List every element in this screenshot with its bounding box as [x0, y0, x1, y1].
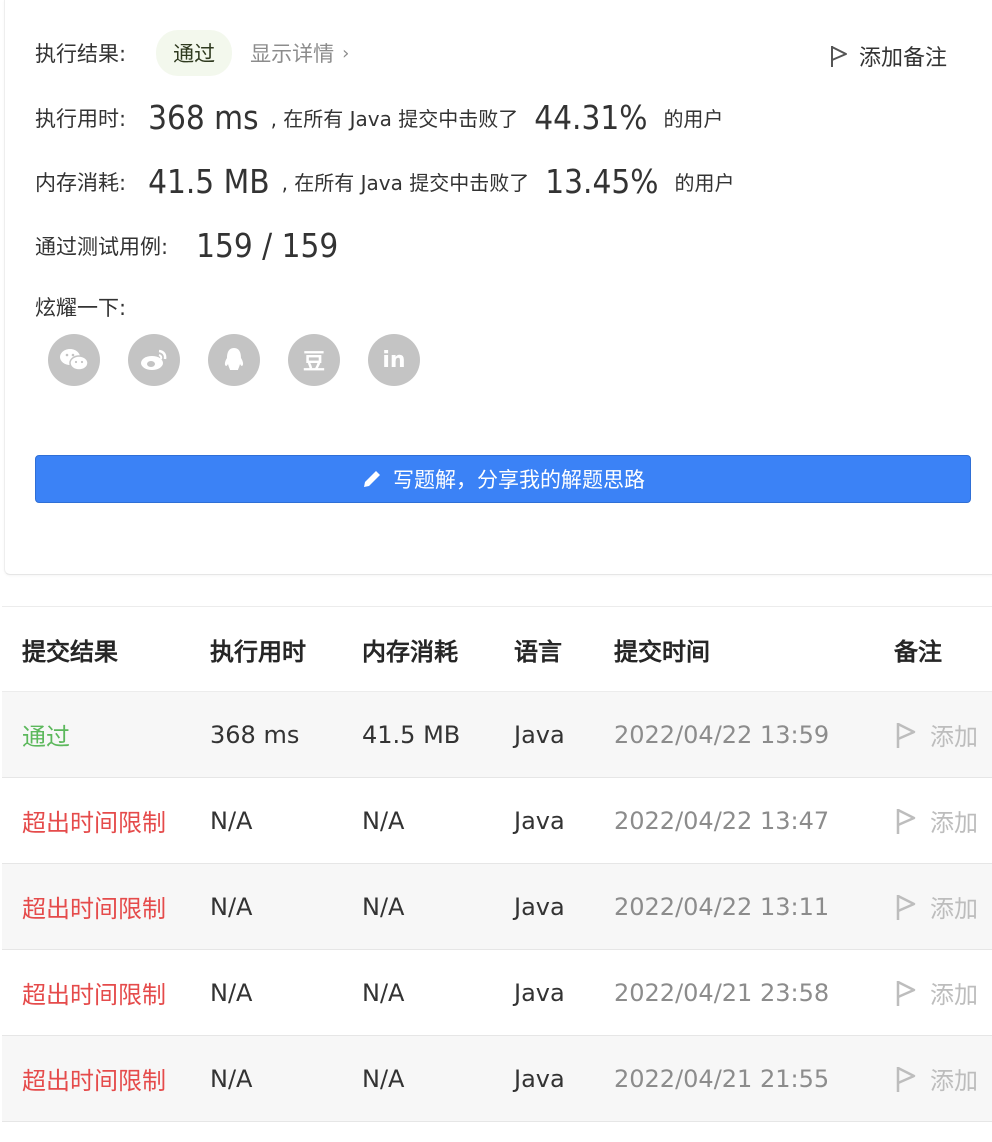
row-memory: N/A — [362, 978, 405, 1007]
row-runtime: 368 ms — [210, 720, 300, 749]
row-runtime: N/A — [210, 1064, 253, 1093]
pencil-icon — [364, 471, 380, 487]
result-row: 执行结果: 通过 显示详情 › — [35, 30, 349, 76]
row-add-note[interactable]: 添加 — [894, 889, 992, 924]
row-add-note-label: 添加 — [930, 895, 978, 923]
show-detail-link[interactable]: 显示详情 › — [250, 38, 349, 68]
row-add-note-label: 添加 — [930, 981, 978, 1009]
flag-icon — [896, 722, 916, 748]
row-submit-time: 2022/04/22 13:47 — [614, 806, 830, 835]
flag-icon — [896, 1066, 916, 1092]
row-add-note-label: 添加 — [930, 1067, 978, 1095]
tests-row: 通过测试用例: 159 / 159 — [35, 226, 338, 265]
qq-glyph — [224, 348, 244, 370]
add-note-label: 添加备注 — [858, 46, 947, 71]
row-runtime: N/A — [210, 978, 253, 1007]
flag-icon — [896, 980, 916, 1006]
table-row[interactable]: 超出时间限制 N/A N/A Java 2022/04/21 23:58 添加 — [2, 950, 992, 1036]
linkedin-glyph: in — [382, 347, 406, 373]
memory-value: 41.5 MB — [148, 162, 270, 201]
memory-beat-text: , 在所有 Java 提交中击败了 — [281, 171, 530, 195]
row-memory: 41.5 MB — [362, 720, 461, 749]
row-add-note[interactable]: 添加 — [894, 803, 992, 838]
runtime-label: 执行用时: — [35, 106, 127, 131]
write-solution-button[interactable]: 写题解，分享我的解题思路 — [35, 455, 971, 503]
share-row: 炫耀一下: — [35, 292, 126, 322]
chevron-right-icon: › — [342, 42, 350, 64]
result-label: 执行结果: — [35, 42, 127, 66]
header-memory: 内存消耗 — [362, 637, 458, 666]
submission-table: 提交结果 执行用时 内存消耗 语言 提交时间 备注 通过 368 ms 41.5… — [2, 606, 992, 1122]
table-row[interactable]: 超出时间限制 N/A N/A Java 2022/04/22 13:47 添加 — [2, 778, 992, 864]
row-add-note-label: 添加 — [930, 723, 978, 751]
add-note-button[interactable]: 添加备注 — [829, 40, 947, 72]
row-language: Java — [514, 978, 565, 1007]
memory-label: 内存消耗: — [35, 170, 127, 195]
douban-icon[interactable]: 豆 — [288, 334, 340, 386]
row-result[interactable]: 超出时间限制 — [2, 1061, 210, 1096]
table-row[interactable]: 通过 368 ms 41.5 MB Java 2022/04/22 13:59 … — [2, 692, 992, 778]
result-card: 执行结果: 通过 显示详情 › 添加备注 执行用时: 368 ms , 在所有 … — [4, 0, 992, 575]
row-submit-time: 2022/04/21 23:58 — [614, 978, 830, 1007]
row-language: Java — [514, 806, 565, 835]
row-result[interactable]: 超出时间限制 — [2, 889, 210, 924]
runtime-row: 执行用时: 368 ms , 在所有 Java 提交中击败了 44.31% 的用… — [35, 98, 723, 137]
runtime-suffix: 的用户 — [663, 107, 724, 131]
memory-row: 内存消耗: 41.5 MB , 在所有 Java 提交中击败了 13.45% 的… — [35, 162, 734, 201]
write-solution-label: 写题解，分享我的解题思路 — [393, 468, 645, 492]
row-result[interactable]: 通过 — [2, 717, 210, 752]
share-icons: 豆 in — [48, 334, 448, 386]
memory-suffix: 的用户 — [674, 171, 735, 195]
row-memory: N/A — [362, 806, 405, 835]
tests-value: 159 / 159 — [196, 226, 339, 265]
row-submit-time: 2022/04/22 13:59 — [614, 720, 830, 749]
weibo-icon[interactable] — [128, 334, 180, 386]
weibo-glyph — [141, 349, 167, 370]
row-result[interactable]: 超出时间限制 — [2, 975, 210, 1010]
table-row[interactable]: 超出时间限制 N/A N/A Java 2022/04/21 21:55 添加 — [2, 1036, 992, 1122]
header-runtime: 执行用时 — [210, 637, 306, 666]
douban-glyph: 豆 — [302, 350, 325, 375]
row-add-note-label: 添加 — [930, 809, 978, 837]
row-add-note[interactable]: 添加 — [894, 1061, 992, 1096]
show-detail-label: 显示详情 — [250, 42, 335, 66]
tests-label: 通过测试用例: — [35, 234, 169, 259]
linkedin-icon[interactable]: in — [368, 334, 420, 386]
row-language: Java — [514, 892, 565, 921]
runtime-beat-text: , 在所有 Java 提交中击败了 — [270, 107, 519, 131]
row-submit-time: 2022/04/21 21:55 — [614, 1064, 830, 1093]
header-submit-time: 提交时间 — [614, 637, 710, 666]
header-language: 语言 — [514, 637, 562, 666]
header-note: 备注 — [894, 637, 942, 666]
wechat-glyph — [60, 349, 89, 371]
table-row[interactable]: 超出时间限制 N/A N/A Java 2022/04/22 13:11 添加 — [2, 864, 992, 950]
runtime-value: 368 ms — [148, 98, 259, 137]
row-language: Java — [514, 720, 565, 749]
header-result: 提交结果 — [22, 637, 118, 666]
share-label: 炫耀一下: — [35, 296, 127, 320]
row-runtime: N/A — [210, 892, 253, 921]
row-memory: N/A — [362, 1064, 405, 1093]
qq-icon[interactable] — [208, 334, 260, 386]
status-badge: 通过 — [156, 30, 233, 76]
flag-icon — [896, 894, 916, 920]
flag-icon — [896, 808, 916, 834]
wechat-icon[interactable] — [48, 334, 100, 386]
row-add-note[interactable]: 添加 — [894, 717, 992, 752]
row-add-note[interactable]: 添加 — [894, 975, 992, 1010]
row-submit-time: 2022/04/22 13:11 — [614, 892, 830, 921]
runtime-percent: 44.31% — [534, 98, 648, 137]
table-header: 提交结果 执行用时 内存消耗 语言 提交时间 备注 — [2, 607, 992, 692]
row-language: Java — [514, 1064, 565, 1093]
row-memory: N/A — [362, 892, 405, 921]
flag-icon — [830, 46, 847, 67]
memory-percent: 13.45% — [545, 162, 659, 201]
row-result[interactable]: 超出时间限制 — [2, 803, 210, 838]
row-runtime: N/A — [210, 806, 253, 835]
